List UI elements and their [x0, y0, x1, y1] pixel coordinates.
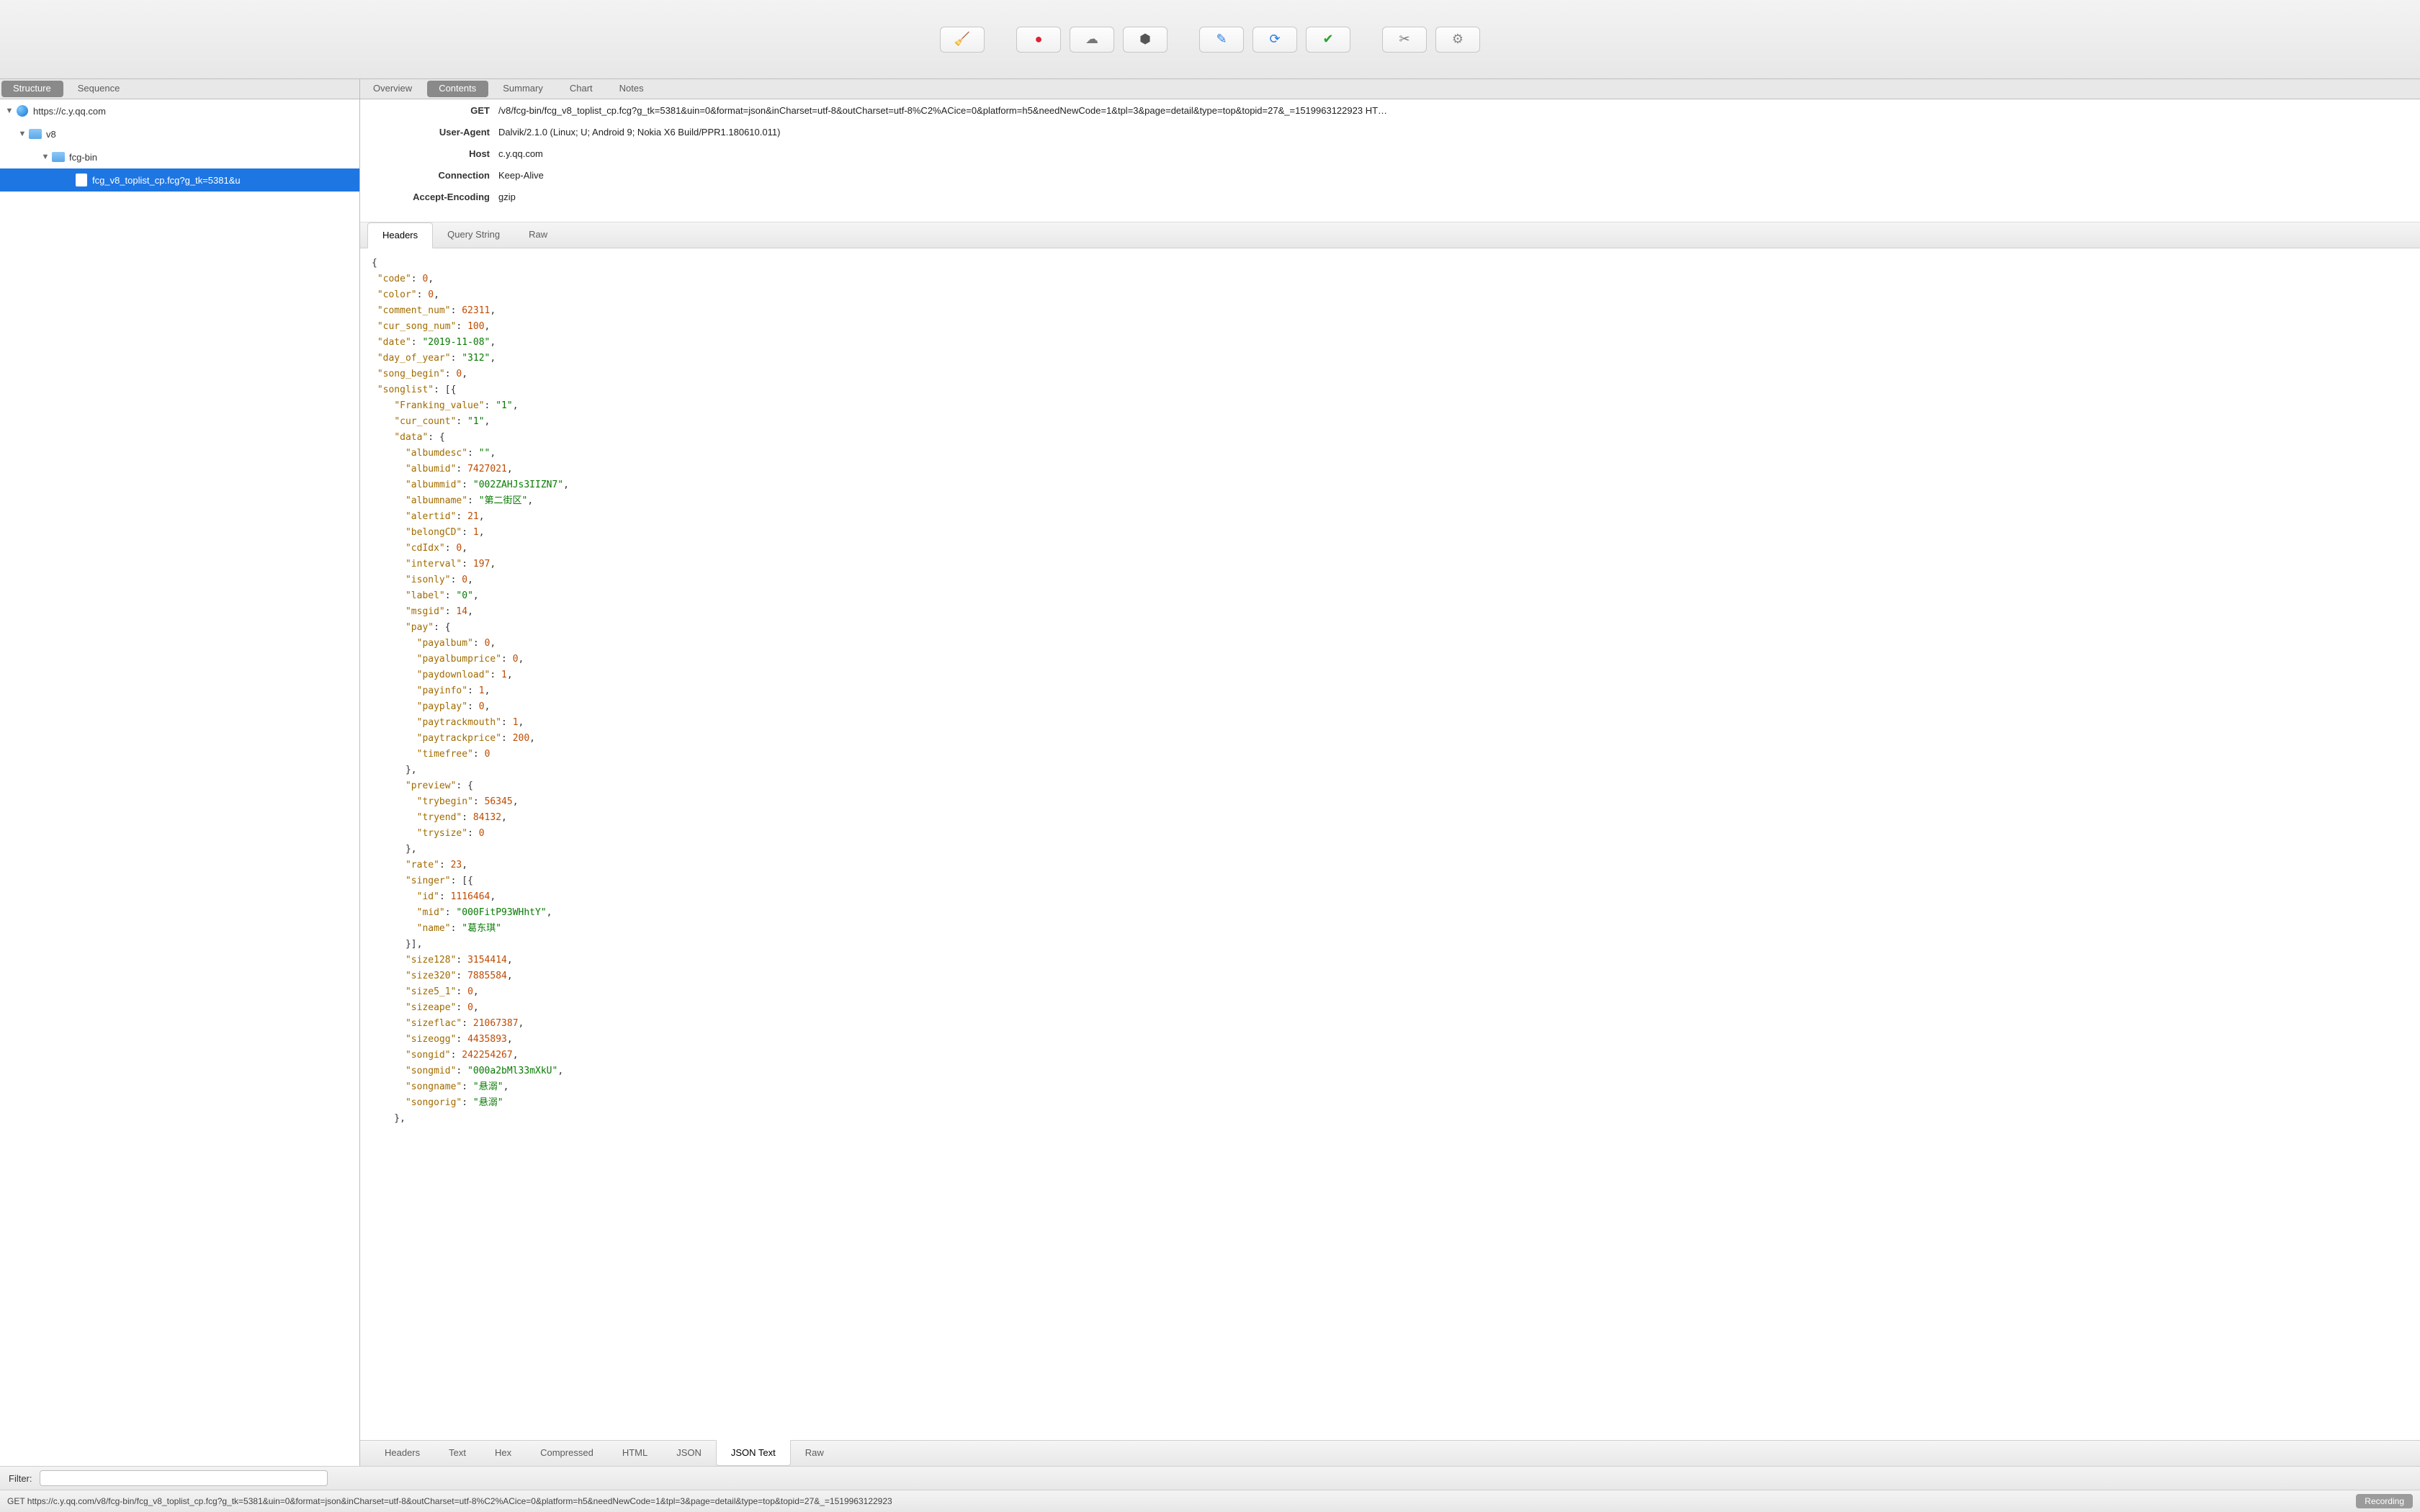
body-format-tabs: HeadersTextHexCompressedHTMLJSONJSON Tex… [360, 1440, 2420, 1466]
right-tab-overview[interactable]: Overview [360, 79, 426, 99]
right-tab-chart[interactable]: Chart [557, 79, 606, 99]
tools-icon[interactable]: ✂ [1382, 27, 1427, 53]
content-panel: GET /v8/fcg-bin/fcg_v8_toplist_cp.fcg?g_… [360, 99, 2420, 1466]
req-ua-label: User-Agent [369, 127, 498, 138]
recording-badge[interactable]: Recording [2356, 1494, 2413, 1508]
req-ua-value: Dalvik/2.1.0 (Linux; U; Android 9; Nokia… [498, 127, 2411, 138]
tree-folder-fcgbin[interactable]: ▼ fcg-bin [0, 145, 359, 168]
req-conn-label: Connection [369, 170, 498, 181]
tree-file-label: fcg_v8_toplist_cp.fcg?g_tk=5381&u [92, 175, 241, 186]
body-tab-headers[interactable]: Headers [370, 1441, 434, 1466]
filter-label: Filter: [9, 1473, 32, 1484]
left-tab-sequence[interactable]: Sequence [65, 79, 134, 99]
left-view-tabs: StructureSequence [0, 79, 360, 99]
record-icon[interactable]: ● [1016, 27, 1061, 53]
body-tab-json-text[interactable]: JSON Text [716, 1440, 791, 1466]
top-toolbar: 🧹 ● ☁ ⬢ ✎ ⟳ ✔ ✂ ⚙ [0, 0, 2420, 79]
hex-icon[interactable]: ⬢ [1123, 27, 1168, 53]
right-tab-notes[interactable]: Notes [606, 79, 658, 99]
tree-host-label: https://c.y.qq.com [33, 106, 106, 117]
req-ae-label: Accept-Encoding [369, 192, 498, 202]
subnav-tab-raw[interactable]: Raw [514, 222, 562, 248]
req-host-value: c.y.qq.com [498, 148, 2411, 159]
status-bar: GET https://c.y.qq.com/v8/fcg-bin/fcg_v8… [0, 1490, 2420, 1512]
req-method-label: GET [369, 105, 498, 116]
tree-host-row[interactable]: ▼ https://c.y.qq.com [0, 99, 359, 122]
main-split: ▼ https://c.y.qq.com ▼ v8 ▼ fcg-bin fcg_… [0, 99, 2420, 1466]
right-tab-contents[interactable]: Contents [427, 81, 488, 97]
body-tab-html[interactable]: HTML [608, 1441, 662, 1466]
tree-folder-label: v8 [46, 129, 56, 140]
body-tab-text[interactable]: Text [434, 1441, 480, 1466]
arrow-icon: ▼ [4, 107, 14, 115]
body-tab-hex[interactable]: Hex [480, 1441, 526, 1466]
globe-icon [16, 104, 29, 117]
body-tab-compressed[interactable]: Compressed [526, 1441, 608, 1466]
cloud-icon[interactable]: ☁ [1070, 27, 1114, 53]
right-tab-summary[interactable]: Summary [490, 79, 557, 99]
folder-icon [29, 127, 42, 140]
body-tab-raw[interactable]: Raw [791, 1441, 838, 1466]
edit-icon[interactable]: ✎ [1199, 27, 1244, 53]
filter-bar: Filter: [0, 1466, 2420, 1490]
req-path-value: /v8/fcg-bin/fcg_v8_toplist_cp.fcg?g_tk=5… [498, 105, 2411, 116]
response-body-json[interactable]: { "code": 0, "color": 0, "comment_num": … [360, 248, 2420, 1440]
left-tab-structure[interactable]: Structure [1, 81, 63, 97]
req-conn-value: Keep-Alive [498, 170, 2411, 181]
broom-icon[interactable]: 🧹 [940, 27, 985, 53]
structure-tree[interactable]: ▼ https://c.y.qq.com ▼ v8 ▼ fcg-bin fcg_… [0, 99, 360, 1466]
arrow-icon: ▼ [17, 130, 27, 138]
subnav-tab-headers[interactable]: Headers [367, 222, 433, 248]
body-tab-json[interactable]: JSON [662, 1441, 716, 1466]
file-icon [75, 174, 88, 186]
view-tabs-bar: StructureSequence OverviewContentsSummar… [0, 79, 2420, 99]
gear-icon[interactable]: ⚙ [1435, 27, 1480, 53]
tree-folder-v8[interactable]: ▼ v8 [0, 122, 359, 145]
refresh-icon[interactable]: ⟳ [1252, 27, 1297, 53]
status-text: GET https://c.y.qq.com/v8/fcg-bin/fcg_v8… [7, 1496, 892, 1506]
tree-request-row[interactable]: fcg_v8_toplist_cp.fcg?g_tk=5381&u [0, 168, 359, 192]
req-host-label: Host [369, 148, 498, 159]
subnav-tab-query-string[interactable]: Query String [433, 222, 514, 248]
check-icon[interactable]: ✔ [1306, 27, 1350, 53]
tree-folder-label: fcg-bin [69, 152, 97, 163]
request-subnav: HeadersQuery StringRaw [360, 222, 2420, 248]
arrow-icon: ▼ [40, 153, 50, 161]
right-view-tabs: OverviewContentsSummaryChartNotes [360, 79, 2420, 99]
request-info-block: GET /v8/fcg-bin/fcg_v8_toplist_cp.fcg?g_… [360, 99, 2420, 222]
folder-icon [52, 150, 65, 163]
filter-input[interactable] [40, 1470, 328, 1486]
req-ae-value: gzip [498, 192, 2411, 202]
